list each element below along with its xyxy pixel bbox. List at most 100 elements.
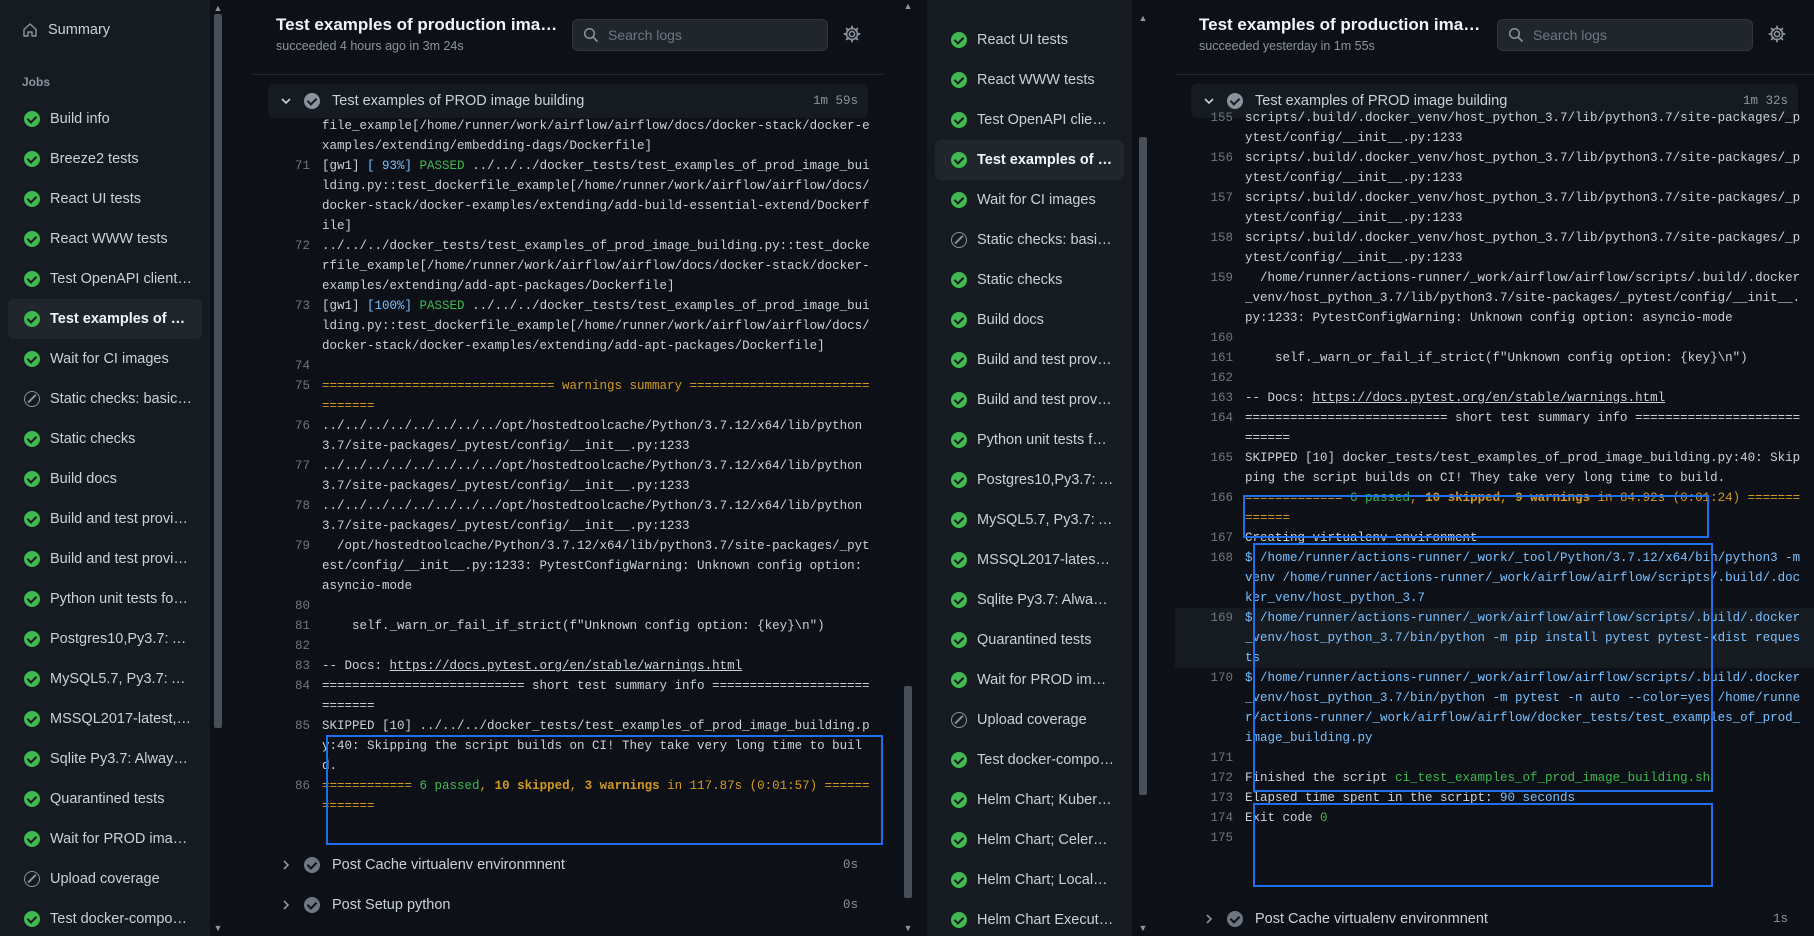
- line-number[interactable]: 156: [1175, 148, 1245, 188]
- line-number[interactable]: 161: [1175, 348, 1245, 368]
- line-number[interactable]: 83: [252, 656, 322, 676]
- mid-sidebar-scroll-thumb[interactable]: [1139, 137, 1147, 795]
- line-number[interactable]: 175: [1175, 828, 1245, 848]
- job-item[interactable]: Build and test provid…: [8, 539, 202, 579]
- line-number[interactable]: 157: [1175, 188, 1245, 228]
- job-item[interactable]: MySQL5.7, Py3.7: Al…: [8, 659, 202, 699]
- job-item[interactable]: Test OpenAPI client …: [8, 259, 202, 299]
- job-item[interactable]: Test examples of pr…: [8, 299, 202, 339]
- left-log-scrollbar[interactable]: ▲ ▼: [900, 0, 916, 936]
- job-item[interactable]: Postgres10,Py3.7: Al…: [935, 460, 1124, 500]
- line-number[interactable]: 155: [1175, 108, 1245, 148]
- job-item[interactable]: Wait for CI images: [935, 180, 1124, 220]
- job-item[interactable]: React WWW tests: [935, 60, 1124, 100]
- line-number[interactable]: 73: [252, 296, 322, 356]
- summary-link[interactable]: Summary: [8, 11, 202, 49]
- job-item[interactable]: Sqlite Py3.7: Always …: [935, 580, 1124, 620]
- job-item[interactable]: Wait for CI images: [8, 339, 202, 379]
- job-item[interactable]: Test docker-compose…: [935, 740, 1124, 780]
- scroll-up-icon[interactable]: ▲: [212, 2, 224, 14]
- line-number[interactable]: 80: [252, 596, 322, 616]
- job-item[interactable]: Breeze2 tests: [8, 139, 202, 179]
- search-input[interactable]: [1533, 27, 1733, 43]
- step-header[interactable]: Test examples of PROD image building 1m …: [268, 84, 868, 118]
- job-item[interactable]: MySQL5.7, Py3.7: Al…: [935, 500, 1124, 540]
- job-item[interactable]: MSSQL2017-latest, …: [935, 540, 1124, 580]
- job-item[interactable]: Build info: [8, 99, 202, 139]
- job-item[interactable]: Postgres10,Py3.7: Al…: [8, 619, 202, 659]
- line-number[interactable]: 170: [1175, 668, 1245, 748]
- post-step-row[interactable]: Post Setup python 0s: [268, 888, 868, 922]
- line-number[interactable]: 173: [1175, 788, 1245, 808]
- line-number[interactable]: 84: [252, 676, 322, 716]
- job-item[interactable]: React UI tests: [8, 179, 202, 219]
- line-number[interactable]: 165: [1175, 448, 1245, 488]
- left-sidebar-scrollbar[interactable]: ▲ ▼: [210, 0, 226, 936]
- chevron-down-icon[interactable]: [1191, 95, 1227, 107]
- job-item[interactable]: Helm Chart; CeleryE…: [935, 820, 1124, 860]
- docs-link[interactable]: https://docs.pytest.org/en/stable/warnin…: [390, 659, 743, 673]
- scroll-down-icon[interactable]: ▼: [212, 922, 224, 934]
- job-item[interactable]: React UI tests: [935, 20, 1124, 60]
- line-number[interactable]: 72: [252, 236, 322, 296]
- job-item[interactable]: Static checks: [935, 260, 1124, 300]
- gear-icon[interactable]: [843, 25, 861, 43]
- job-item[interactable]: Helm Chart; Kuberne…: [935, 780, 1124, 820]
- search-logs[interactable]: [572, 19, 828, 51]
- line-number[interactable]: 166: [1175, 488, 1245, 528]
- job-item[interactable]: Build docs: [8, 459, 202, 499]
- job-item[interactable]: Upload coverage: [8, 859, 202, 899]
- line-number[interactable]: 164: [1175, 408, 1245, 448]
- job-item[interactable]: Quarantined tests: [935, 620, 1124, 660]
- chevron-down-icon[interactable]: [268, 95, 304, 107]
- job-item[interactable]: Build docs: [935, 300, 1124, 340]
- line-number[interactable]: 78: [252, 496, 322, 536]
- scroll-down-icon[interactable]: ▼: [1137, 922, 1149, 934]
- job-item[interactable]: Test docker-compose…: [8, 899, 202, 936]
- job-item[interactable]: Helm Chart Executor …: [935, 900, 1124, 936]
- line-number[interactable]: 167: [1175, 528, 1245, 548]
- line-number[interactable]: 71: [252, 156, 322, 236]
- job-item[interactable]: MSSQL2017-latest, …: [8, 699, 202, 739]
- job-item[interactable]: Build and test provid…: [8, 499, 202, 539]
- line-number[interactable]: 75: [252, 376, 322, 416]
- line-number[interactable]: 171: [1175, 748, 1245, 768]
- job-item[interactable]: Static checks: [8, 419, 202, 459]
- scroll-down-icon[interactable]: ▼: [902, 922, 914, 934]
- chevron-right-icon[interactable]: [268, 899, 304, 911]
- job-item[interactable]: Build and test provid…: [935, 380, 1124, 420]
- job-item[interactable]: Helm Chart; LocalEx…: [935, 860, 1124, 900]
- line-number[interactable]: 168: [1175, 548, 1245, 608]
- line-number[interactable]: 160: [1175, 328, 1245, 348]
- job-item[interactable]: Python unit tests for …: [935, 420, 1124, 460]
- line-number[interactable]: 81: [252, 616, 322, 636]
- job-item[interactable]: Upload coverage: [935, 700, 1124, 740]
- line-number[interactable]: 163: [1175, 388, 1245, 408]
- line-number[interactable]: 172: [1175, 768, 1245, 788]
- job-item[interactable]: Build and test provid…: [935, 340, 1124, 380]
- post-step-row[interactable]: Post Cache virtualenv environmnent 0s: [268, 848, 868, 882]
- job-item[interactable]: React WWW tests: [8, 219, 202, 259]
- line-number[interactable]: 159: [1175, 268, 1245, 328]
- line-number[interactable]: 174: [1175, 808, 1245, 828]
- line-number[interactable]: 85: [252, 716, 322, 776]
- job-item[interactable]: Wait for PROD images: [8, 819, 202, 859]
- scroll-up-icon[interactable]: ▲: [1137, 12, 1149, 24]
- line-number[interactable]: [252, 116, 322, 156]
- job-item[interactable]: Test examples of pr…: [935, 140, 1124, 180]
- line-number[interactable]: 77: [252, 456, 322, 496]
- mid-sidebar-scrollbar[interactable]: ▲ ▼: [1135, 0, 1151, 936]
- job-item[interactable]: Static checks: basic c…: [935, 220, 1124, 260]
- search-logs[interactable]: [1497, 19, 1753, 51]
- line-number[interactable]: 158: [1175, 228, 1245, 268]
- job-item[interactable]: Quarantined tests: [8, 779, 202, 819]
- chevron-right-icon[interactable]: [1191, 913, 1227, 925]
- line-number[interactable]: 82: [252, 636, 322, 656]
- job-item[interactable]: Static checks: basic c…: [8, 379, 202, 419]
- job-item[interactable]: Wait for PROD images: [935, 660, 1124, 700]
- line-number[interactable]: 162: [1175, 368, 1245, 388]
- job-item[interactable]: Sqlite Py3.7: Always …: [8, 739, 202, 779]
- chevron-right-icon[interactable]: [268, 859, 304, 871]
- job-item[interactable]: Python unit tests for …: [8, 579, 202, 619]
- left-log-scroll-thumb[interactable]: [904, 686, 912, 898]
